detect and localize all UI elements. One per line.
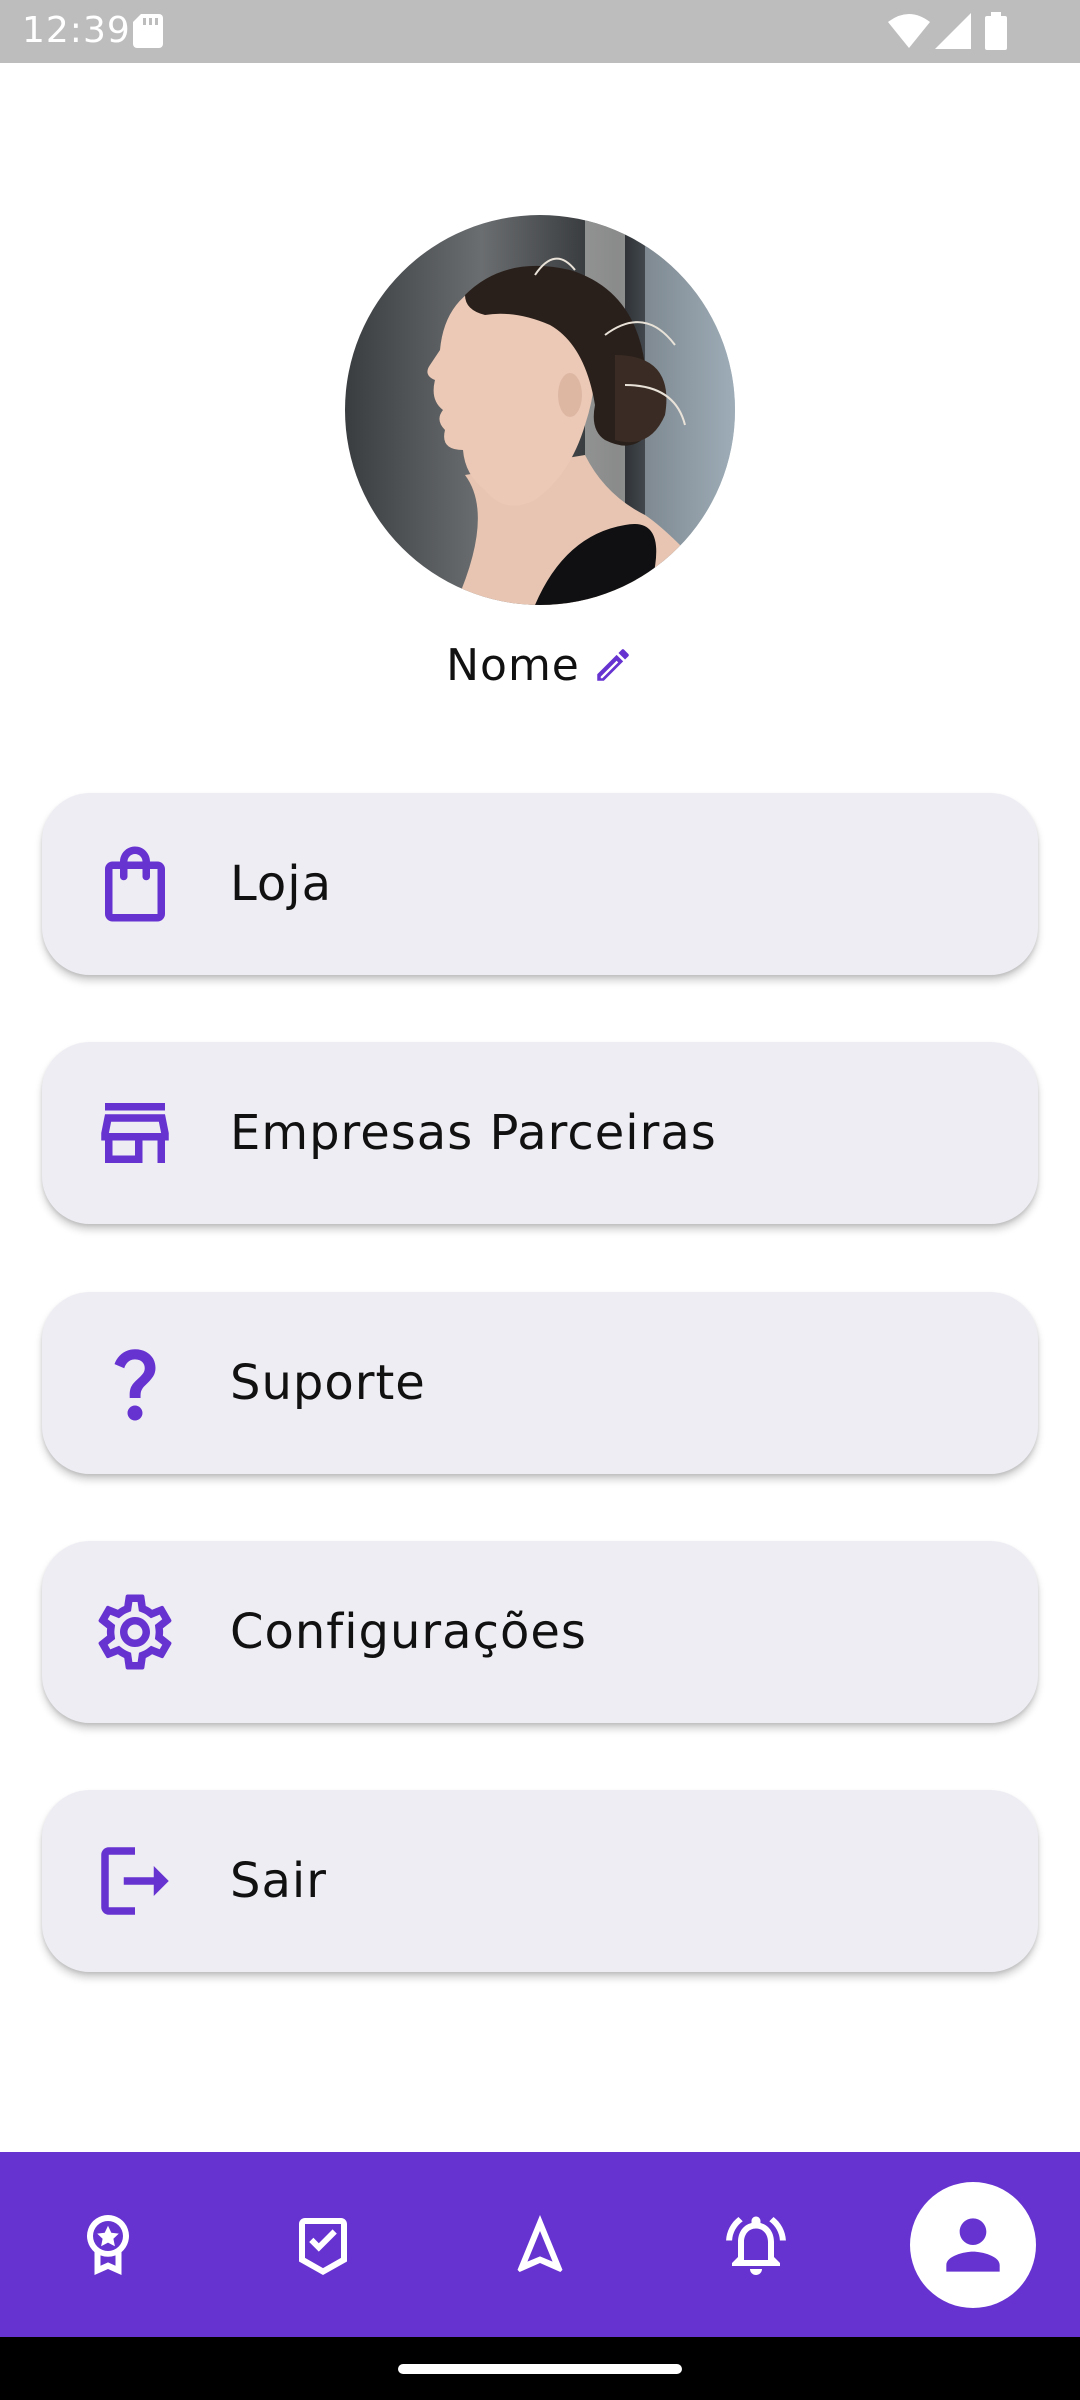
sd-card-icon	[133, 14, 163, 48]
menu-item-configuracoes[interactable]: Configurações	[42, 1541, 1038, 1723]
profile-name: Nome	[446, 639, 580, 691]
storefront-icon	[90, 1088, 180, 1178]
nav-item-rewards[interactable]	[48, 2152, 168, 2337]
nav-item-tasks[interactable]	[263, 2152, 383, 2337]
menu-item-label: Configurações	[230, 1604, 587, 1660]
bottom-nav	[0, 2152, 1080, 2337]
award-ribbon-icon	[87, 2214, 129, 2275]
navigation-arrow-icon	[517, 2214, 563, 2272]
nav-item-navigation[interactable]	[480, 2152, 600, 2337]
pencil-icon[interactable]	[592, 644, 634, 686]
menu-item-label: Sair	[230, 1853, 327, 1909]
status-time: 12:39	[22, 10, 131, 51]
logout-icon	[90, 1836, 180, 1926]
question-mark-icon	[90, 1338, 180, 1428]
nav-item-profile[interactable]	[910, 2182, 1036, 2308]
wifi-icon	[888, 14, 930, 48]
profile-name-row: Nome	[0, 630, 1080, 700]
shopping-bag-icon	[90, 839, 180, 929]
status-bar: 12:39	[0, 0, 1080, 63]
menu-item-loja[interactable]: Loja	[42, 793, 1038, 975]
checkbox-icon	[299, 2217, 347, 2275]
person-icon	[946, 2218, 1000, 2272]
gear-icon	[90, 1587, 180, 1677]
nav-item-notifications[interactable]	[696, 2152, 816, 2337]
menu-item-sair[interactable]: Sair	[42, 1790, 1038, 1972]
menu-item-label: Empresas Parceiras	[230, 1105, 717, 1161]
avatar-photo	[345, 215, 735, 605]
battery-icon	[985, 12, 1007, 50]
menu-item-empresas-parceiras[interactable]: Empresas Parceiras	[42, 1042, 1038, 1224]
notification-bell-icon	[726, 2216, 786, 2275]
menu-item-label: Suporte	[230, 1355, 426, 1411]
menu-item-label: Loja	[230, 856, 333, 912]
home-gesture-handle[interactable]	[398, 2364, 682, 2374]
menu-item-suporte[interactable]: Suporte	[42, 1292, 1038, 1474]
avatar[interactable]	[345, 215, 735, 605]
cell-signal-icon	[935, 13, 971, 49]
